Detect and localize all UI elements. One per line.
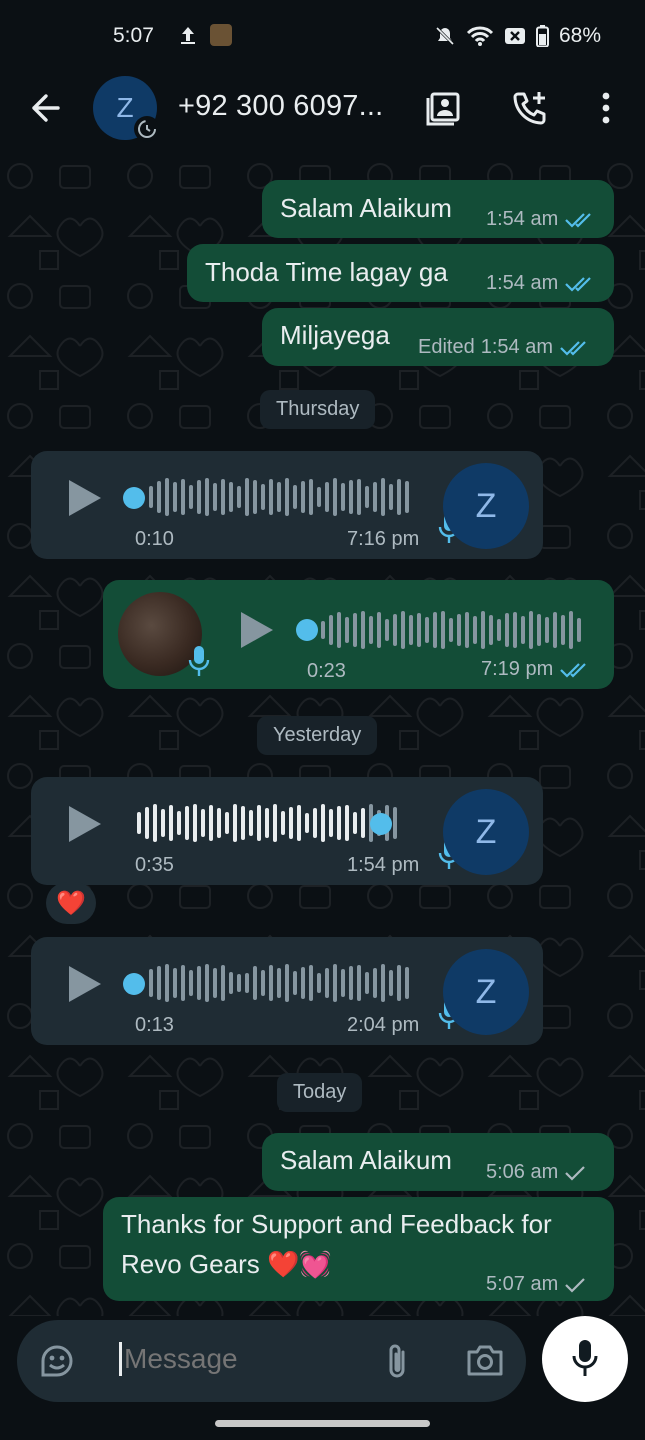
voice-message-incoming[interactable]: 0:35 1:54 pm Z (31, 777, 543, 885)
message-meta: 5:07 am (486, 1273, 586, 1296)
message-meta: 1:54 am (486, 208, 594, 231)
disappearing-timer-icon (134, 116, 160, 142)
waveform (149, 477, 409, 517)
message-time: 1:54 pm (347, 854, 420, 876)
voice-duration: 0:13 (135, 1014, 174, 1036)
message-bubble-outgoing[interactable]: Salam Alaikum 1:54 am (262, 180, 614, 238)
message-time: 2:04 pm (347, 1014, 420, 1036)
attach-icon[interactable] (379, 1340, 415, 1382)
sender-avatar: Z (443, 789, 529, 875)
date-divider: Thursday (260, 390, 376, 429)
message-time: 7:19 pm (481, 658, 554, 680)
chat-area[interactable]: Salam Alaikum 1:54 am Thoda Time lagay g… (0, 156, 645, 1316)
message-meta: 7:19 pm (481, 658, 589, 681)
navigation-bar (0, 1402, 645, 1440)
voice-duration: 0:35 (135, 854, 174, 876)
message-bubble-outgoing[interactable]: Thoda Time lagay ga 1:54 am (187, 244, 614, 302)
message-time: 1:54 am (486, 272, 559, 294)
mic-icon (188, 646, 210, 676)
double-tick-icon (565, 276, 592, 292)
single-tick-icon (565, 1165, 586, 1181)
voice-record-button[interactable] (542, 1316, 628, 1402)
voice-message-incoming[interactable]: 0:10 7:16 pm Z (31, 451, 543, 559)
sender-avatar: Z (443, 949, 529, 1035)
avatar-letter: Z (475, 812, 497, 851)
message-text: Salam Alaikum (280, 1145, 452, 1175)
status-time: 5:07 (113, 24, 154, 47)
contacts-icon[interactable] (424, 88, 464, 128)
message-meta: Edited 1:54 am (418, 336, 589, 359)
message-text: Miljayega (280, 320, 390, 350)
avatar-letter: Z (475, 972, 497, 1011)
avatar-letter: Z (475, 486, 497, 525)
play-icon[interactable] (69, 480, 101, 516)
message-meta: 1:54 am (486, 272, 594, 295)
status-right-icons: 68% (434, 24, 601, 48)
date-divider: Yesterday (257, 716, 378, 755)
double-tick-icon (565, 212, 592, 228)
upload-icon (181, 27, 195, 44)
waveform (321, 610, 581, 650)
date-divider: Today (277, 1073, 363, 1112)
message-time: 5:07 am (486, 1273, 559, 1295)
message-time: 1:54 am (480, 336, 553, 358)
more-vert-icon[interactable] (586, 88, 626, 128)
message-bubble-outgoing[interactable]: Miljayega Edited 1:54 am (262, 308, 614, 366)
sender-avatar: Z (443, 463, 529, 549)
playback-position[interactable] (296, 619, 318, 641)
battery-icon (535, 25, 549, 47)
message-time: 7:16 pm (347, 528, 420, 550)
message-text-line1: Thanks for Support and Feedback for (121, 1209, 552, 1239)
camera-icon[interactable] (465, 1342, 505, 1380)
voice-duration: 0:10 (135, 528, 174, 550)
waveform (137, 803, 397, 843)
message-bubble-outgoing[interactable]: Thanks for Support and Feedback for Revo… (103, 1197, 614, 1301)
double-tick-icon (560, 662, 587, 678)
playback-position[interactable] (123, 973, 145, 995)
voice-message-outgoing[interactable]: 0:23 7:19 pm (103, 580, 614, 689)
playback-position[interactable] (123, 487, 145, 509)
playback-position[interactable] (370, 813, 392, 835)
add-call-icon[interactable] (510, 88, 550, 128)
mute-icon (435, 26, 455, 46)
sim-x-icon (504, 28, 525, 44)
arrow-left-icon[interactable] (26, 90, 62, 126)
battery-level: 68% (558, 24, 601, 47)
double-tick-icon (560, 340, 586, 356)
avatar-letter: Z (116, 92, 134, 123)
message-time: 1:54 am (486, 208, 559, 230)
status-bar: 5:07 68% (0, 0, 645, 72)
single-tick-icon (565, 1277, 586, 1293)
sticker-icon[interactable] (37, 1341, 77, 1381)
status-left-icons (180, 24, 232, 46)
home-handle[interactable] (215, 1420, 430, 1427)
voice-message-incoming[interactable]: 0:13 2:04 pm Z (31, 937, 543, 1045)
message-text-line2: Revo Gears ❤️💓 (121, 1249, 332, 1279)
waveform (149, 963, 409, 1003)
contact-name[interactable]: +92 300 6097... (178, 90, 383, 123)
message-bubble-outgoing[interactable]: Salam Alaikum 5:06 am (262, 1133, 614, 1191)
message-composer (17, 1320, 526, 1402)
play-icon[interactable] (69, 966, 101, 1002)
message-text: Salam Alaikum (280, 193, 452, 223)
app-notification-icon (210, 24, 232, 46)
reaction-badge[interactable]: ❤️ (46, 882, 96, 924)
message-input[interactable] (119, 1342, 376, 1376)
message-meta: 5:06 am (486, 1161, 586, 1184)
wifi-icon (466, 26, 494, 46)
edited-label: Edited (418, 336, 475, 358)
chat-header: Z +92 300 6097... (0, 72, 645, 156)
mic-icon (572, 1340, 598, 1376)
play-icon[interactable] (241, 612, 273, 648)
voice-duration: 0:23 (307, 660, 346, 682)
play-icon[interactable] (69, 806, 101, 842)
message-time: 5:06 am (486, 1161, 559, 1183)
message-text: Thoda Time lagay ga (205, 257, 448, 287)
